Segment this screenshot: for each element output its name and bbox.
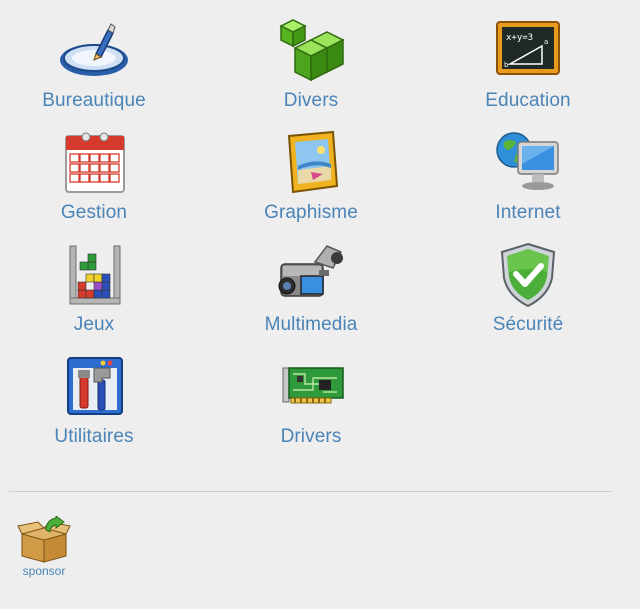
- svg-text:b: b: [504, 61, 509, 69]
- category-label: Internet: [495, 202, 561, 223]
- tools-window-icon: [58, 354, 130, 420]
- camcorder-icon: [275, 242, 347, 308]
- office-tablet-icon: [58, 18, 130, 84]
- tetris-icon: [58, 242, 130, 308]
- picture-frame-icon: [275, 130, 347, 196]
- software-categories-page: Bureautique Divers x+y=3 b a Education G…: [0, 0, 640, 609]
- category-label: Sécurité: [492, 314, 564, 335]
- category-label: Divers: [283, 90, 339, 111]
- section-divider: [9, 491, 612, 492]
- category-row: Jeux Multimedia Sécurité: [0, 242, 640, 354]
- circuit-board-icon: [275, 354, 347, 420]
- svg-text:a: a: [544, 38, 548, 46]
- category-drivers[interactable]: Drivers: [206, 354, 416, 460]
- category-jeux[interactable]: Jeux: [0, 242, 199, 348]
- shield-check-icon: [492, 242, 564, 308]
- category-label: Graphisme: [264, 202, 358, 223]
- globe-monitor-icon: [492, 130, 564, 196]
- sponsor-link[interactable]: sponsor: [8, 516, 80, 578]
- category-row: Utilitaires Drivers: [0, 354, 640, 466]
- category-label: Jeux: [73, 314, 115, 335]
- category-label: Education: [485, 90, 571, 111]
- green-cubes-icon: [275, 18, 347, 84]
- chalkboard-icon: x+y=3 b a: [492, 18, 564, 84]
- category-internet[interactable]: Internet: [423, 130, 633, 236]
- category-divers[interactable]: Divers: [206, 18, 416, 124]
- category-multimedia[interactable]: Multimedia: [206, 242, 416, 348]
- open-box-icon: [16, 516, 72, 564]
- category-securite[interactable]: Sécurité: [423, 242, 633, 348]
- category-bureautique[interactable]: Bureautique: [0, 18, 199, 124]
- category-graphisme[interactable]: Graphisme: [206, 130, 416, 236]
- sponsor-label: sponsor: [22, 564, 66, 578]
- category-gestion[interactable]: Gestion: [0, 130, 199, 236]
- category-label: Multimedia: [264, 314, 358, 335]
- category-label: Bureautique: [42, 90, 146, 111]
- category-label: Utilitaires: [54, 426, 134, 447]
- category-row: Bureautique Divers x+y=3 b a Education: [0, 18, 640, 130]
- category-row: Gestion Graphisme Internet: [0, 130, 640, 242]
- category-label: Gestion: [60, 202, 128, 223]
- category-label: Drivers: [280, 426, 342, 447]
- category-utilitaires[interactable]: Utilitaires: [0, 354, 199, 460]
- calendar-icon: [58, 130, 130, 196]
- svg-text:x+y=3: x+y=3: [506, 33, 533, 43]
- category-education[interactable]: x+y=3 b a Education: [423, 18, 633, 124]
